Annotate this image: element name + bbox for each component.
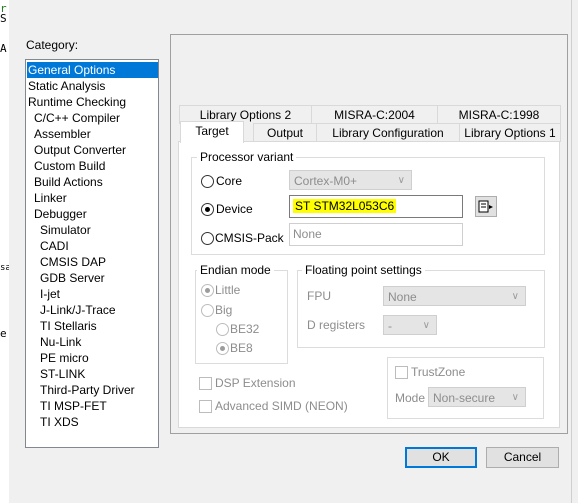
category-item-cadi[interactable]: CADI	[27, 238, 170, 254]
fpu-label: FPU	[307, 289, 331, 303]
category-item-st-link[interactable]: ST-LINK	[27, 366, 170, 382]
device-value: ST STM32L053C6	[293, 199, 397, 213]
cmsis-pack-field[interactable]: None	[289, 223, 463, 246]
category-item-third-party-driver[interactable]: Third-Party Driver	[27, 382, 170, 398]
tab-library-configuration[interactable]: Library Configuration	[316, 123, 460, 142]
category-item-runtime-checking[interactable]: Runtime Checking	[27, 94, 158, 110]
category-item-debugger[interactable]: Debugger	[27, 206, 164, 222]
category-item-ti-stellaris[interactable]: TI Stellaris	[27, 318, 170, 334]
little-label: Little	[215, 283, 241, 297]
tab-library-options-1[interactable]: Library Options 1	[459, 123, 561, 142]
endian-mode-title: Endian mode	[197, 263, 274, 277]
editor-char: e	[0, 327, 7, 340]
advanced-simd-label: Advanced SIMD (NEON)	[215, 399, 348, 413]
d-registers-label: D registers	[307, 318, 366, 332]
category-item-compiler[interactable]: C/C++ Compiler	[27, 110, 164, 126]
category-item-j-link[interactable]: J-Link/J-Trace	[27, 302, 170, 318]
device-radio[interactable]	[201, 203, 214, 216]
category-item-general-options[interactable]: General Options	[27, 62, 158, 78]
chevron-down-icon: ∨	[397, 175, 405, 186]
d-registers-select[interactable]: - ∨	[383, 315, 437, 335]
chevron-down-icon: ∨	[422, 320, 430, 331]
category-item-output-converter[interactable]: Output Converter	[27, 142, 164, 158]
trustzone-mode-value: Non-secure	[433, 391, 496, 405]
category-label: Category:	[26, 38, 79, 52]
floating-point-title: Floating point settings	[302, 263, 425, 277]
device-select-button[interactable]	[475, 196, 497, 217]
device-list-icon	[478, 200, 493, 213]
editor-char: S	[0, 12, 7, 25]
category-item-ti-msp-fet[interactable]: TI MSP-FET	[27, 398, 170, 414]
category-item-custom-build[interactable]: Custom Build	[27, 158, 164, 174]
d-registers-value: -	[388, 319, 392, 333]
be32-radio[interactable]	[216, 323, 229, 336]
dsp-extension-label: DSP Extension	[215, 376, 296, 390]
chevron-down-icon: ∨	[511, 291, 519, 302]
category-item-ti-xds[interactable]: TI XDS	[27, 414, 170, 430]
trustzone-checkbox[interactable]	[395, 366, 408, 379]
fpu-select[interactable]: None ∨	[383, 286, 526, 306]
trustzone-label: TrustZone	[411, 365, 466, 379]
fpu-select-value: None	[388, 290, 417, 304]
cmsis-pack-radio[interactable]	[201, 232, 214, 245]
trustzone-mode-label: Mode	[395, 391, 426, 405]
device-field[interactable]: ST STM32L053C6	[289, 195, 463, 218]
cmsis-pack-label: CMSIS-Pack	[215, 231, 284, 245]
category-item-nu-link[interactable]: Nu-Link	[27, 334, 170, 350]
tab-output[interactable]: Output	[253, 123, 317, 142]
core-select[interactable]: Cortex-M0+ ∨	[289, 170, 412, 190]
category-item-build-actions[interactable]: Build Actions	[27, 174, 164, 190]
tab-target[interactable]: Target	[180, 121, 244, 143]
advanced-simd-checkbox[interactable]	[199, 400, 212, 413]
core-select-value: Cortex-M0+	[294, 174, 358, 188]
big-label: Big	[215, 303, 233, 317]
processor-variant-title: Processor variant	[197, 150, 297, 164]
chevron-down-icon: ∨	[511, 392, 519, 403]
core-label: Core	[216, 174, 243, 188]
device-label: Device	[216, 202, 253, 216]
category-item-pe-micro[interactable]: PE micro	[27, 350, 170, 366]
ok-button[interactable]: OK	[405, 447, 477, 468]
dialog-border	[571, 0, 572, 503]
category-item-cmsis-dap[interactable]: CMSIS DAP	[27, 254, 170, 270]
cancel-button[interactable]: Cancel	[486, 447, 559, 468]
dsp-extension-checkbox[interactable]	[199, 377, 212, 390]
category-item-assembler[interactable]: Assembler	[27, 126, 164, 142]
core-radio[interactable]	[201, 175, 214, 188]
be8-radio[interactable]	[216, 342, 229, 355]
tab-misra-c-1998[interactable]: MISRA-C:1998	[437, 105, 561, 124]
category-item-i-jet[interactable]: I-jet	[27, 286, 170, 302]
floating-point-group	[297, 270, 545, 348]
trustzone-mode-select[interactable]: Non-secure ∨	[428, 387, 526, 407]
be32-label: BE32	[230, 322, 260, 336]
little-radio[interactable]	[201, 284, 214, 297]
category-item-linker[interactable]: Linker	[27, 190, 164, 206]
editor-char: A	[0, 42, 7, 55]
be8-label: BE8	[230, 341, 253, 355]
category-list[interactable]: General Options Static Analysis Runtime …	[25, 59, 159, 448]
category-item-gdb-server[interactable]: GDB Server	[27, 270, 170, 286]
category-item-static-analysis[interactable]: Static Analysis	[27, 78, 158, 94]
big-radio[interactable]	[201, 304, 214, 317]
tab-misra-c-2004[interactable]: MISRA-C:2004	[311, 105, 438, 124]
category-item-simulator[interactable]: Simulator	[27, 222, 170, 238]
